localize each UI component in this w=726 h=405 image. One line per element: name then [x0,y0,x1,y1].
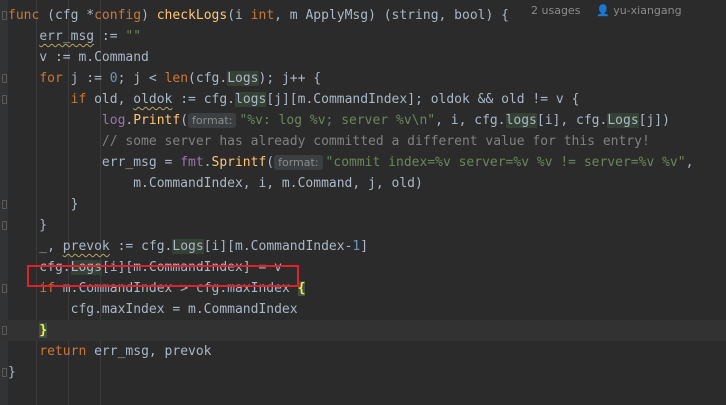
usages-count[interactable]: 2 usages [531,4,580,17]
code-line[interactable]: } [0,362,726,383]
fold-icon[interactable] [2,368,7,377]
code-token: return [39,344,87,359]
code-token: [i][m.CommandIndex- [203,239,353,254]
code-token: . [203,155,212,170]
code-token: ( [266,155,275,170]
code-line[interactable]: m.CommandIndex, i, m.Command, j, old) [0,173,726,194]
code-line[interactable]: // some server has already committed a d… [0,131,726,152]
code-token: := cfg. [109,239,173,254]
code-token: (cfg * [39,8,95,23]
author-hint[interactable]: 👤 yu-xiangang [596,0,682,21]
code-editor[interactable]: func (cfg *config) checkLogs(i int, m Ap… [0,0,726,405]
code-token: ) [141,8,157,23]
code-token: func [8,8,40,23]
parameter-hint: format: [274,155,323,170]
code-token: _, [8,239,63,254]
code-token: oldok [133,92,173,107]
code-token: v := m.Command [8,50,149,65]
fold-icon[interactable] [2,11,7,20]
code-token: , [685,155,694,170]
code-line[interactable]: } [0,194,726,215]
code-token: "commit index=%v server=%v %v != server=… [325,155,686,170]
fold-icon[interactable] [2,95,7,104]
fold-icon[interactable] [2,200,7,209]
code-token: log [101,113,126,128]
code-token: [i], cfg. [536,113,608,128]
code-token: old, [86,92,134,107]
code-token: fmt [180,155,204,170]
code-token: [j][m.CommandIndex]; oldok && old != v { [266,92,580,107]
code-token: j := [62,71,110,86]
code-token: Logs [607,113,639,128]
code-token: } [39,323,48,338]
code-line[interactable]: v := m.Command [0,47,726,68]
code-token: 0 [109,71,118,86]
code-token: if [70,92,87,107]
code-token: Printf [133,113,181,128]
fold-icon[interactable] [2,284,7,293]
code-line[interactable]: cfg.maxIndex = m.CommandIndex [0,299,726,320]
code-token: err_msg, prevok [86,344,212,359]
code-token: err_msg [39,29,95,44]
code-token: (cfg. [188,71,228,86]
fold-icon[interactable] [2,326,7,335]
code-token: ); j++ { [258,71,322,86]
code-line[interactable]: log.Printf(format: "%v: log %v; server %v… [0,110,726,131]
code-line[interactable]: err_msg = fmt.Sprintf(format: "commit ind… [0,152,726,173]
code-line[interactable]: if old, oldok := cfg.logs[j][m.CommandIn… [0,89,726,110]
code-token: int [250,8,275,23]
code-line[interactable]: for j := 0; j < len(cfg.Logs); j++ { [0,68,726,89]
code-token: for [39,71,63,86]
parameter-hint: format: [188,113,237,128]
code-line[interactable]: } [0,215,726,236]
code-line[interactable]: return err_msg, prevok [0,341,726,362]
code-token: , i, cfg. [435,113,506,128]
code-token: m.CommandIndex, i, m.Command, j, old) [8,176,423,191]
code-token: len [164,71,189,86]
code-token: "%v: log %v; server %v\n" [239,113,436,128]
code-token: } [8,197,79,212]
code-token: logs [235,92,267,107]
person-icon: 👤 [596,4,614,17]
code-token: // some server has already committed a d… [101,134,650,149]
code-token: Logs [172,239,204,254]
code-token: err_msg = [8,155,181,170]
code-token: , m ApplyMsg) (string, bool) { [274,8,509,23]
code-line[interactable]: err_msg := "" [0,26,726,47]
code-token: checkLogs [156,8,228,23]
code-token: } [8,365,16,380]
fold-icon[interactable] [2,221,7,230]
code-token: := [94,29,126,44]
author-name: yu-xiangang [613,4,682,17]
code-token: ] [360,239,369,254]
usages-hint[interactable]: 2 usages [531,0,580,21]
code-token: Sprintf [211,155,267,170]
code-token: prevok [62,239,110,254]
code-token: cfg.maxIndex = m.CommandIndex [8,302,298,317]
fold-icon[interactable] [2,74,7,83]
code-token: (i [227,8,251,23]
code-token: Logs [227,71,259,86]
code-token: } [8,218,48,233]
code-token: ; j < [117,71,165,86]
highlight-box [27,265,299,287]
code-token: [j]) [638,113,670,128]
code-line[interactable]: } [0,320,726,341]
code-token: "" [125,29,142,44]
code-token: logs [505,113,537,128]
code-token: ( [180,113,189,128]
code-token: config [94,8,142,23]
code-line[interactable]: _, prevok := cfg.Logs[i][m.CommandIndex-… [0,236,726,257]
code-token: := cfg. [172,92,236,107]
